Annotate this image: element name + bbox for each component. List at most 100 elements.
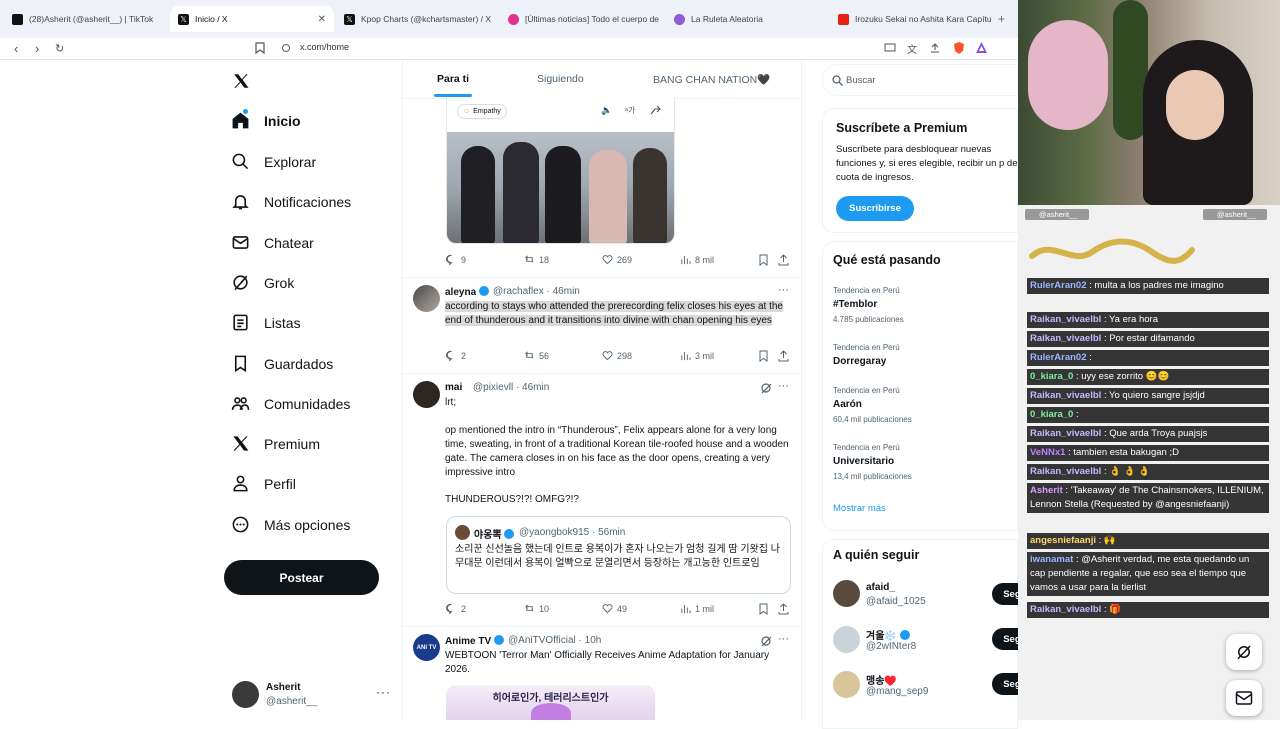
sidebar-item-mas-opciones[interactable]: Más opciones <box>231 515 350 534</box>
cast-icon[interactable] <box>884 43 896 53</box>
sidebar-item-grok[interactable]: Grok <box>231 273 294 292</box>
sidebar-item-premium[interactable]: Premium <box>231 434 320 453</box>
reload-icon[interactable]: ↻ <box>55 41 64 57</box>
share-icon[interactable] <box>650 104 661 115</box>
views-button[interactable]: 3 mil <box>680 350 714 361</box>
chat-username[interactable]: Raikan_vivaelbl <box>1030 314 1101 325</box>
chat-username[interactable]: iwanamat <box>1030 554 1073 565</box>
subscribe-button[interactable]: Suscribirse <box>836 196 914 221</box>
tab-kpop-charts[interactable]: 𝕏 Kpop Charts (@kchartsmaster) / X <box>336 6 500 32</box>
tab-inicio-x[interactable]: 𝕏 Inicio / X ✕ <box>170 6 334 32</box>
retweet-button[interactable]: 18 <box>524 254 549 265</box>
messages-button[interactable] <box>1226 680 1262 716</box>
tab-tiktok[interactable]: (28)Asherit (@asherit__) | TikTok <box>4 6 170 32</box>
avatar[interactable] <box>833 671 860 698</box>
retweet-button[interactable]: 10 <box>524 603 549 614</box>
chat-username[interactable]: Raikan_vivaelbl <box>1030 604 1101 615</box>
search-input[interactable]: Buscar <box>846 75 876 86</box>
like-button[interactable]: 269 <box>602 254 632 265</box>
trend-topic[interactable]: #Temblor <box>833 299 877 310</box>
tweet-handle[interactable]: @rachaflex · 46min <box>493 286 580 297</box>
like-button[interactable]: 298 <box>602 350 632 361</box>
share-icon[interactable] <box>778 350 789 362</box>
chat-username[interactable]: RulerAran02 <box>1030 280 1087 291</box>
sidebar-item-listas[interactable]: Listas <box>231 313 301 332</box>
forward-icon[interactable]: › <box>35 41 39 57</box>
show-more-link[interactable]: Mostrar más <box>833 503 886 514</box>
bookmark-icon[interactable] <box>758 603 769 615</box>
chat-username[interactable]: Raikan_vivaelbl <box>1030 466 1101 477</box>
tab-roulette[interactable]: La Ruleta Aleatoria <box>666 6 828 32</box>
chat-username[interactable]: angesniefaanji <box>1030 535 1096 546</box>
tweet-author[interactable]: aleyna <box>445 286 489 298</box>
sidebar-item-explorar[interactable]: Explorar <box>231 152 316 171</box>
chat-username[interactable]: Raikan_vivaelbl <box>1030 333 1101 344</box>
bookmark-page-icon[interactable] <box>255 42 265 54</box>
sidebar-item-comunidades[interactable]: Comunidades <box>231 394 350 413</box>
chat-username[interactable]: RulerAran02 <box>1030 352 1087 363</box>
post-button[interactable]: Postear <box>224 560 379 595</box>
sidebar-item-guardados[interactable]: Guardados <box>231 354 333 373</box>
trend-topic[interactable]: Aarón <box>833 399 862 410</box>
address-bar[interactable]: x.com/home <box>300 42 349 52</box>
follow-user-name[interactable]: afaid_ <box>866 582 895 593</box>
tab-bang-chan-nation[interactable]: BANG CHAN NATION🖤 <box>653 73 770 86</box>
grok-icon[interactable] <box>760 382 772 394</box>
tweet-author[interactable]: mai <box>445 382 462 393</box>
site-info-icon[interactable] <box>281 43 291 53</box>
search-box[interactable]: Buscar <box>822 64 1018 96</box>
bookmark-icon[interactable] <box>758 254 769 266</box>
sidebar-item-notificaciones[interactable]: Notificaciones <box>231 192 351 211</box>
empathy-badge[interactable]: ☺ Empathy <box>457 104 507 119</box>
trend-topic[interactable]: Dorregaray <box>833 356 886 367</box>
translate-icon[interactable]: ᵃ가 <box>625 105 635 116</box>
chat-username[interactable]: VeNNx1 <box>1030 447 1065 458</box>
sidebar-item-inicio[interactable]: Inicio <box>231 109 301 130</box>
translate-icon[interactable]: 文 <box>907 41 917 56</box>
sidebar-item-perfil[interactable]: Perfil <box>231 474 296 493</box>
follow-user-name[interactable]: 겨울❄️ <box>866 627 910 642</box>
back-icon[interactable]: ‹ <box>14 41 18 57</box>
views-button[interactable]: 1 mil <box>680 603 714 614</box>
anitv-logo-icon[interactable]: ANI TV <box>413 634 440 661</box>
grok-button[interactable] <box>1226 634 1262 670</box>
new-tab-icon[interactable]: + <box>998 12 1005 26</box>
follow-user-name[interactable]: 맹송♥️ <box>866 672 897 687</box>
more-icon[interactable]: ··· <box>778 284 789 296</box>
avatar[interactable] <box>413 381 440 408</box>
tab-news[interactable]: [Últimas noticias] Todo el cuerpo de <box>500 6 664 32</box>
speaker-icon[interactable]: 🔈 <box>601 105 612 116</box>
chat-username[interactable]: Raikan_vivaelbl <box>1030 390 1101 401</box>
avatar[interactable] <box>833 626 860 653</box>
share-icon[interactable] <box>778 603 789 615</box>
brave-rewards-icon[interactable] <box>975 41 988 54</box>
more-icon[interactable]: ··· <box>778 380 789 392</box>
group-photo[interactable] <box>447 132 674 243</box>
close-tab-icon[interactable]: ✕ <box>318 14 326 25</box>
chat-username[interactable]: 0_kiara_0 <box>1030 409 1073 420</box>
chat-username[interactable]: Asherit <box>1030 485 1063 496</box>
like-button[interactable]: 49 <box>602 603 627 614</box>
reply-button[interactable]: 9 <box>446 254 466 265</box>
media-card[interactable]: ☺ Empathy 🔈 ᵃ가 <box>446 98 675 244</box>
reply-button[interactable]: 2 <box>446 603 466 614</box>
retweet-button[interactable]: 56 <box>524 350 549 361</box>
avatar[interactable] <box>232 681 259 708</box>
avatar[interactable] <box>413 285 440 312</box>
trend-topic[interactable]: Universitario <box>833 456 894 467</box>
more-icon[interactable]: ··· <box>778 633 789 645</box>
tweet-handle[interactable]: @AniTVOfficial · 10h <box>508 635 601 646</box>
share-icon[interactable] <box>778 254 789 266</box>
tab-para-ti[interactable]: Para ti <box>437 73 469 85</box>
tab-siguiendo[interactable]: Siguiendo <box>537 73 584 85</box>
share-icon[interactable] <box>929 42 941 54</box>
brave-shield-icon[interactable] <box>953 41 965 55</box>
tweet-handle[interactable]: @pixievll · 46min <box>473 382 549 393</box>
tab-youtube[interactable]: Irozuku Sekai no Ashita Kara Capítulo <box>830 6 992 32</box>
chat-username[interactable]: Raikan_vivaelbl <box>1030 428 1101 439</box>
views-button[interactable]: 8 mil <box>680 254 714 265</box>
chat-username[interactable]: 0_kiara_0 <box>1030 371 1073 382</box>
tweet-author[interactable]: Anime TV <box>445 635 504 647</box>
sidebar-item-chatear[interactable]: Chatear <box>231 233 314 252</box>
reply-button[interactable]: 2 <box>446 350 466 361</box>
